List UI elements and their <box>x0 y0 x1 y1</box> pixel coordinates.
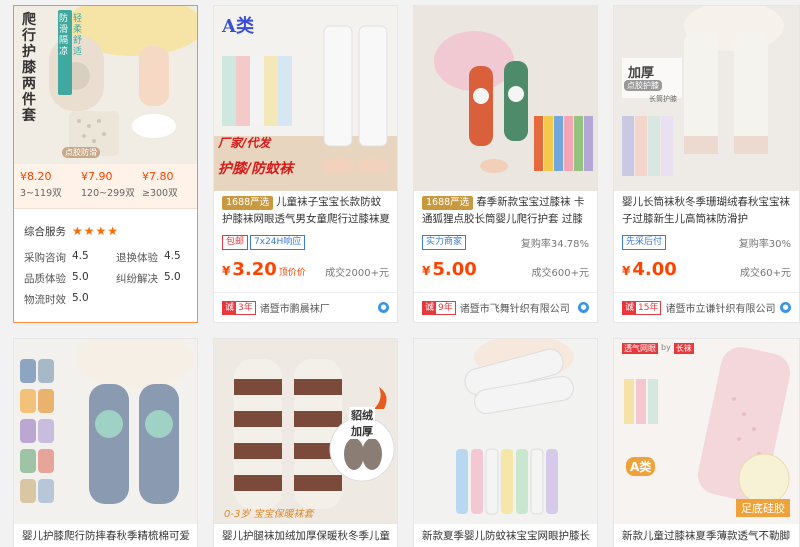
product-card[interactable]: 新款夏季婴儿防蚊袜宝宝网眼护膝长 <box>413 338 598 547</box>
product-card[interactable]: 婴儿护膝爬行防摔春秋季精梳棉可爱 <box>13 338 198 547</box>
metric: 纠纷解决 5.0 <box>116 271 181 285</box>
badge-row: 包邮 7x24H响应 <box>222 234 389 250</box>
product-card[interactable]: 1688严选春季新款宝宝过膝袜 卡通狐狸点胶长筒婴儿爬行护套 过膝婴儿 实力商家… <box>413 5 598 323</box>
seller-row[interactable]: 诚 3年 诸暨市鹏晨袜厂 ● <box>214 292 397 322</box>
star-rating-icon: ★★★★ <box>72 224 120 238</box>
image-text-badge: 防滑隔凉 <box>59 14 69 57</box>
price-row: ¥3.20 顶价价 成交2000+元 <box>222 258 389 282</box>
image-text-promo: 护膝/防蚊袜 <box>218 161 294 177</box>
seller-row[interactable]: 诚 15年 诸暨市立谦针织有限公司 ● <box>614 292 799 322</box>
metric: 物流时效 5.0 <box>24 292 89 306</box>
product-title[interactable]: 1688严选儿童袜子宝宝长款防蚊护膝袜网眼透气男女童爬行过膝袜夏天 <box>222 194 391 228</box>
strict-select-tag: 1688严选 <box>422 196 474 210</box>
chat-icon[interactable]: ● <box>578 302 589 313</box>
repurchase-rate: 复购率34.78% <box>520 239 589 250</box>
image-text-promo: 长筒护膝 <box>649 95 677 103</box>
service-rating: 综合服务 ★★★★ <box>24 224 119 239</box>
image-text-caption: 点胶防滑 <box>62 147 100 158</box>
product-title[interactable]: 婴儿护膝爬行防摔春秋季精梳棉可爱 <box>22 528 191 547</box>
seller-years-badge: 诚 3年 <box>222 300 256 315</box>
product-title[interactable]: 婴儿护腿袜加绒加厚保暖秋冬季儿童 <box>222 528 391 547</box>
service-badge: 先采后付 <box>622 235 667 250</box>
repurchase-rate: 复购率30% <box>738 239 791 250</box>
seller-name[interactable]: 诸暨市鹏晨袜厂 <box>260 300 378 315</box>
price-row: ¥5.00 成交600+元 <box>422 258 589 282</box>
product-title[interactable]: 新款儿童过膝袜夏季薄款透气不勒脚 <box>622 528 793 547</box>
tier-quantity: 3~119双 <box>20 188 62 199</box>
product-image[interactable] <box>14 339 197 524</box>
badge-row: 先采后付 复购率30% <box>622 234 791 250</box>
image-text-badge: 轻柔舒适 <box>73 14 83 57</box>
price: ¥5.00 <box>422 259 477 280</box>
service-badge: 实力商家 <box>422 235 467 250</box>
price-tier: ¥8.20 3~119双 <box>14 164 75 208</box>
product-image[interactable]: A类 厂家/代发 护膝/防蚊袜 <box>214 6 397 191</box>
tier-price: ¥7.80 <box>142 170 174 183</box>
product-image[interactable]: 貂绒 加厚 0-3岁 宝宝保暖袜套 <box>214 339 397 524</box>
chat-icon[interactable]: ● <box>780 302 791 313</box>
service-label: 综合服务 <box>24 226 66 238</box>
product-card[interactable]: 爬行护膝两件套 防滑隔凉 轻柔舒适 点胶防滑 ¥8.20 3~119双 ¥7.9… <box>13 5 198 323</box>
price: ¥3.20 <box>222 259 277 280</box>
service-badge: 包邮 <box>222 235 249 250</box>
image-text-badge: 加厚 <box>349 423 375 439</box>
product-title[interactable]: 新款夏季婴儿防蚊袜宝宝网眼护膝长 <box>422 528 591 547</box>
metric: 品质体验 5.0 <box>24 271 89 285</box>
tier-price: ¥8.20 <box>20 170 52 183</box>
price-tiers: ¥8.20 3~119双 ¥7.90 120~299双 ¥7.80 ≥300双 <box>14 164 197 209</box>
seller-name[interactable]: 诸暨市立谦针织有限公司 <box>665 300 780 315</box>
seller-years-badge: 诚 9年 <box>422 300 456 315</box>
price-tier: ¥7.80 ≥300双 <box>136 164 197 208</box>
metric: 退换体验 4.5 <box>116 250 181 264</box>
product-image[interactable] <box>414 339 597 524</box>
price-tier: ¥7.90 120~299双 <box>75 164 136 208</box>
product-image[interactable]: 透气网眼 by 长袜 A类 足底硅胶 <box>614 339 799 524</box>
deal-volume: 成交60+元 <box>739 268 791 279</box>
seller-name[interactable]: 诸暨市飞舞针织有限公司 <box>460 300 578 315</box>
tier-quantity: 120~299双 <box>81 188 135 199</box>
chat-icon[interactable]: ● <box>378 302 389 313</box>
image-text-grade: A类 <box>222 16 254 37</box>
service-badge: 7x24H响应 <box>250 235 306 250</box>
seller-years-badge: 诚 15年 <box>622 300 662 315</box>
metric: 采购咨询 4.5 <box>24 250 89 264</box>
product-title[interactable]: 1688严选春季新款宝宝过膝袜 卡通狐狸点胶长筒婴儿爬行护套 过膝婴儿 <box>422 194 591 228</box>
deal-volume: 成交2000+元 <box>325 268 389 279</box>
tier-quantity: ≥300双 <box>142 188 178 199</box>
product-image[interactable] <box>414 6 597 191</box>
image-text-label: 透气网眼 by 长袜 <box>622 343 694 354</box>
image-text-caption: 足底硅胶 <box>736 499 790 517</box>
image-text-grade: A类 <box>626 457 656 476</box>
product-card[interactable]: 貂绒 加厚 0-3岁 宝宝保暖袜套 婴儿护腿袜加绒加厚保暖秋冬季儿童 <box>213 338 398 547</box>
image-text-badge: 貂绒 <box>349 407 375 423</box>
price: ¥4.00 <box>622 259 677 280</box>
product-image[interactable]: 爬行护膝两件套 防滑隔凉 轻柔舒适 点胶防滑 <box>14 6 197 164</box>
badge-row: 实力商家 复购率34.78% <box>422 234 589 250</box>
product-card[interactable]: 加厚 点胶护膝 长筒护膝 婴儿长筒袜秋冬季珊瑚绒春秋宝宝袜子过膝新生儿高筒袜防滑… <box>613 5 800 323</box>
product-title[interactable]: 婴儿长筒袜秋冬季珊瑚绒春秋宝宝袜子过膝新生儿高筒袜防滑护 <box>622 194 793 228</box>
seller-row[interactable]: 诚 9年 诸暨市飞舞针织有限公司 ● <box>414 292 597 322</box>
image-text-promo: 厂家/代发 <box>218 136 271 150</box>
tier-price: ¥7.90 <box>81 170 113 183</box>
price-row: ¥4.00 成交60+元 <box>622 258 791 282</box>
price-note: 顶价价 <box>278 268 306 278</box>
image-text-promo: 加厚 <box>628 66 655 81</box>
image-text-vertical: 爬行护膝两件套 <box>22 12 36 124</box>
strict-select-tag: 1688严选 <box>222 196 274 210</box>
image-text-caption: 0-3岁 宝宝保暖袜套 <box>224 509 314 520</box>
deal-volume: 成交600+元 <box>531 268 589 279</box>
product-image[interactable]: 加厚 点胶护膝 长筒护膝 <box>614 6 799 191</box>
image-text-promo: 点胶护膝 <box>624 80 662 91</box>
product-card[interactable]: 透气网眼 by 长袜 A类 足底硅胶 新款儿童过膝袜夏季薄款透气不勒脚 <box>613 338 800 547</box>
product-card[interactable]: A类 厂家/代发 护膝/防蚊袜 1688严选 儿童袜子宝宝长款防蚊护膝袜网眼透气男… <box>213 5 398 323</box>
